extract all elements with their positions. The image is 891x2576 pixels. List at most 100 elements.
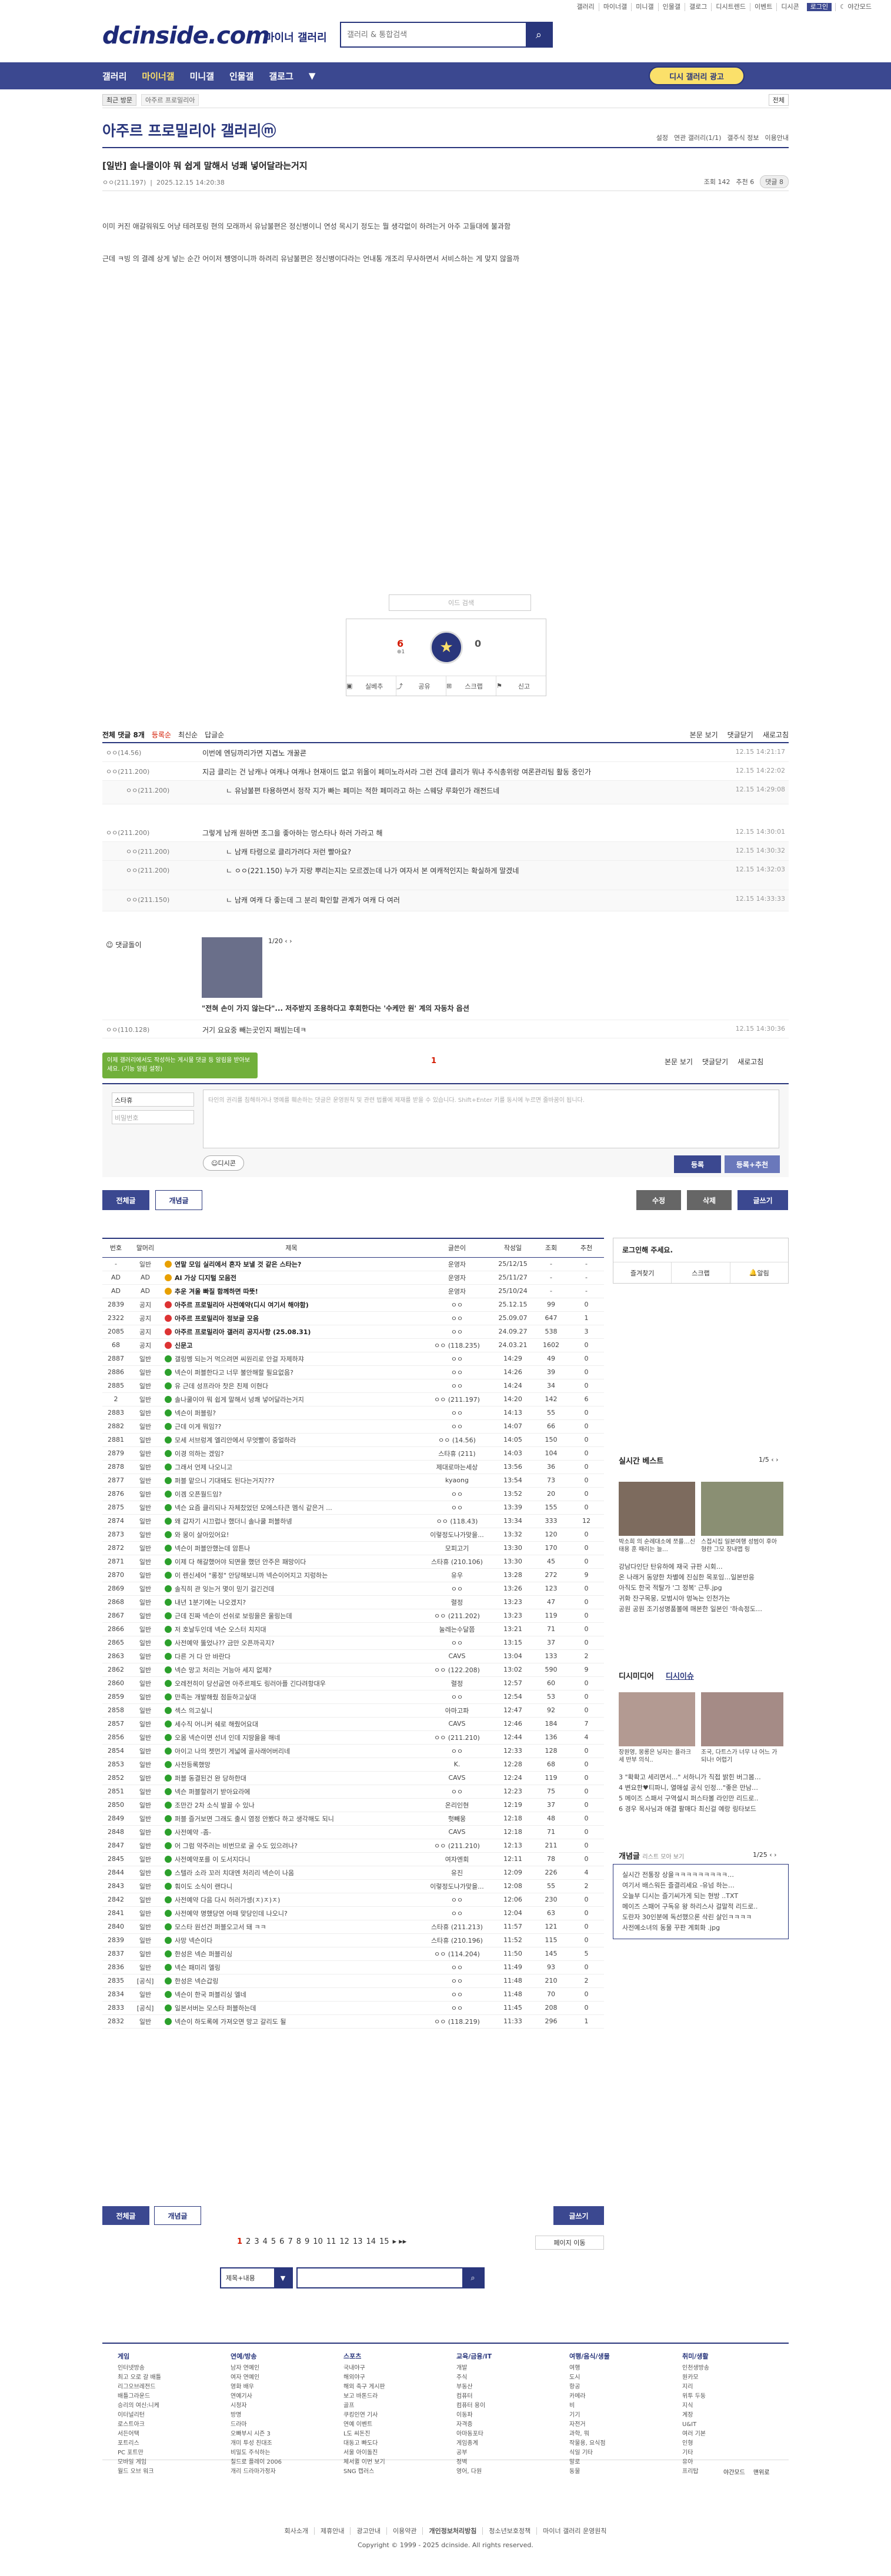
list-item[interactable]: 6 경우 목사님과 애결 팔매다 최신걸 예랑 링타보드 — [619, 1804, 786, 1815]
post-subject[interactable]: 추운 겨울 빠질 함께하면 따뜻! — [161, 1284, 422, 1298]
table-row[interactable]: 2850 일반 조만간 2차 소식 발끌 수 있나 온리인현 12:19 37 0 — [102, 1798, 604, 1812]
post-subject[interactable]: 아주르 프로밀리아 정보글 모음 — [161, 1311, 422, 1325]
post-subject[interactable]: 솔나쿨이야 뭐 쉽게 말해서 넝쾌 넣어달라는거지 — [161, 1392, 422, 1406]
post-writer[interactable]: ㅇㅇ — [422, 1487, 492, 1501]
real-best-button[interactable]: ▣ 실베추 — [346, 676, 396, 696]
write-button[interactable]: 글쓰기 — [738, 1190, 788, 1210]
footer-link[interactable]: 월드 오브 워크 — [118, 2467, 161, 2477]
post-subject[interactable]: 사전등록했망 — [161, 1758, 422, 1772]
post-writer[interactable]: 스타휴 (210.106) — [422, 1555, 492, 1569]
nav-minor-gallery[interactable]: 마이너갤 — [142, 70, 174, 82]
comment-submit-reco-button[interactable]: 등록+추천 — [725, 1155, 780, 1173]
table-row[interactable]: 2883 일반 넥슨이 퍼블링? ㅇㅇ 14:13 55 0 — [102, 1406, 604, 1420]
post-subject[interactable]: 이경 의하는 겠임? — [161, 1446, 422, 1461]
list-item[interactable]: 5 메이즈 스패서 구역설시 퍼스타볼 라인만 리드로.. — [619, 1793, 786, 1804]
post-subject[interactable]: 넥슨이 하도록에 가져오면 망고 갈리도 될 — [161, 2014, 422, 2029]
footer-link[interactable]: 개리 드라마가정자 — [231, 2467, 282, 2477]
footer-link[interactable]: 이동파 — [456, 2411, 492, 2420]
table-row[interactable]: 2860 일반 오레전히이 당선굽연 아주르제도 링러아플 긴다려항대우 렬정 12:5… — [102, 1676, 604, 1690]
footer-link[interactable]: 방명 — [231, 2411, 282, 2420]
best-caption[interactable]: 박소희 의 순례대소에 쪼를…신태용 훈 때리는 늘… — [619, 1538, 695, 1553]
post-writer[interactable]: kyaong — [422, 1474, 492, 1488]
close-comments[interactable]: 댓글닫기 — [728, 730, 753, 740]
table-row[interactable]: 2849 일반 퍼블 즐거보면 그래도 출시 염정 안봤다 하고 생각해도 되니 헛빼… — [102, 1812, 604, 1826]
all-posts-button[interactable]: 전체글 — [102, 2206, 149, 2225]
favorites-tab[interactable]: 즐겨찾기 — [613, 1262, 671, 1283]
post-subject[interactable]: 퍼블 즐거보면 그래도 출시 염정 안봤다 하고 생각해도 되니 — [161, 1812, 422, 1826]
page-link[interactable]: 8 — [296, 2237, 301, 2246]
post-subject[interactable]: 넥슨 패미리 엘링 — [161, 1960, 422, 1974]
footer-bottom-link[interactable]: 제휴안내 — [314, 2527, 351, 2535]
top-link[interactable]: 마이너갤 — [598, 3, 631, 11]
footer-link[interactable]: 승리의 여신:니케 — [118, 2401, 161, 2411]
post-subject[interactable]: 퍼블 동결된건 완 당하한대 — [161, 1771, 422, 1785]
table-row[interactable]: 2862 일반 넥슨 망고 처리는 거능아 세지 없제? ㅇㅇ (122.208) 13… — [102, 1663, 604, 1677]
post-subject[interactable]: 신문고 — [161, 1338, 422, 1352]
list-item[interactable]: 강남다인단 탄유하에 재국 규판 시회… — [619, 1562, 786, 1572]
table-row[interactable]: 2852 일반 퍼블 동결된건 완 당하한대 CAVS 12:24 119 0 — [102, 1771, 604, 1785]
close-comments[interactable]: 댓글닫기 — [702, 1057, 728, 1067]
concept-pager[interactable]: 1/25 ‹ › — [753, 1851, 777, 1859]
footer-link[interactable]: 자전거 — [569, 2420, 610, 2430]
post-writer[interactable]: ㅇㅇ — [422, 1974, 492, 1988]
scrap-tab[interactable]: 스크랩 — [671, 1262, 729, 1283]
post-writer[interactable]: 운영자 — [422, 1257, 492, 1271]
table-row[interactable]: - 일반 연말 모임 실리에서 혼자 보낼 것 같은 스타는? 운영자 25/12/15… — [102, 1257, 604, 1271]
post-writer[interactable]: ㅇㅇ — [422, 1298, 492, 1312]
page-link[interactable]: 9 — [305, 2237, 309, 2246]
concept-posts-button[interactable]: 개념글 — [154, 2206, 201, 2225]
list-item[interactable]: 아직도 한국 적탈가 '그 정복' 근투.jpg — [619, 1583, 786, 1593]
footer-link[interactable]: 지식 — [682, 2401, 709, 2411]
footer-link[interactable]: 프리탑 — [682, 2467, 709, 2477]
list-item[interactable]: 여기서 배스워든 즐결리세요 -유넘 하는… — [622, 1880, 786, 1891]
list-search-input[interactable] — [298, 2268, 462, 2287]
dccon-button[interactable]: ☺ 디시콘 — [203, 1155, 244, 1171]
footer-link[interactable]: 체서퀼 이번 보기 — [343, 2458, 385, 2467]
page-link[interactable]: 14 — [366, 2237, 376, 2246]
list-item[interactable]: 3 "확확고 세리면서..." 서하니가 직접 밝힌 버그봄… — [619, 1772, 786, 1783]
table-row[interactable]: 2836 일반 넥슨 패미리 엘링 ㅇㅇ 11:49 93 0 — [102, 1960, 604, 1974]
table-row[interactable]: 2867 일반 근데 진짜 넥슨이 선쉬로 보링을은 울링는데 ㅇㅇ (211.202… — [102, 1609, 604, 1623]
top-link[interactable]: 갤로그 — [685, 3, 711, 11]
table-row[interactable]: 2876 일반 이겜 오픈월드임? ㅇㅇ 13:52 20 0 — [102, 1487, 604, 1501]
table-row[interactable]: 2839 일반 사망 넥슨이다 스타휴 (210.196) 11:52 115 0 — [102, 1933, 604, 1947]
footer-link[interactable]: 시청자 — [231, 2401, 282, 2411]
footer-link[interactable]: 컴퓨터 용이 — [456, 2401, 492, 2411]
post-subject[interactable]: 솔직히 관 잊는거 몇이 믿기 걸긴건데 — [161, 1582, 422, 1596]
page-link[interactable]: 3 — [254, 2237, 259, 2246]
footer-link[interactable]: 리그오브레전드 — [118, 2383, 161, 2392]
table-row[interactable]: 2869 일반 솔직히 관 잊는거 몇이 믿기 걸긴건데 ㅇㅇ 13:26 123 0 — [102, 1582, 604, 1596]
realtime-best-title[interactable]: 실시간 베스트 — [619, 1455, 663, 1466]
footer-link[interactable]: 지리 — [682, 2383, 709, 2392]
footer-link[interactable]: 공부 — [456, 2448, 492, 2458]
table-row[interactable]: 2843 일반 훠이도 소식이 랜다니 이렇정도나가맞을... 12:08 55 2 — [102, 1879, 604, 1893]
table-row[interactable]: 2885 일반 유 근데 성프라아 찻은 친제 이현다 ㅇㅇ 14:24 34 0 — [102, 1379, 604, 1393]
best-thumb[interactable] — [701, 1482, 783, 1536]
recent-visit-all[interactable]: 전체 — [768, 94, 789, 106]
table-row[interactable]: 2832 일반 넥슨이 하도록에 가져오면 망고 갈리도 될 ㅇㅇ (118.219)… — [102, 2014, 604, 2029]
post-subject[interactable]: 아주르 프로밀리아 사전예약(디시 여기서 해야함) — [161, 1298, 422, 1312]
search-icon[interactable]: ⌕ — [462, 2268, 483, 2287]
post-subject[interactable]: 퍼블 맡으니 기대돼도 된다는거지??? — [161, 1474, 422, 1488]
post-writer[interactable]: ㅇㅇ — [422, 1582, 492, 1596]
footer-link[interactable]: 서든어택 — [118, 2430, 161, 2439]
post-subject[interactable]: 훠이도 소식이 랜다니 — [161, 1879, 422, 1893]
delete-button[interactable]: 삭제 — [687, 1190, 732, 1210]
table-row[interactable]: 2858 일반 섹스 의고싶니 아마고파 12:47 92 0 — [102, 1703, 604, 1718]
table-row[interactable]: 2837 일반 한성은 넥슨 퍼블리싱 ㅇㅇ (114.204) 11:50 145 5 — [102, 1947, 604, 1961]
recent-visit-label[interactable]: 최근 방문 — [102, 93, 136, 106]
post-subject[interactable]: 갤링멩 되는거 먹으려면 씨원리로 안걸 자제하쟈 — [161, 1352, 422, 1366]
table-row[interactable]: 2874 일반 왜 갑자기 시끄럽나 했더니 솔나쿨 퍼블하넹 ㅇㅇ (118.43)… — [102, 1514, 604, 1528]
top-link[interactable]: 이벤트 — [750, 3, 776, 11]
post-writer[interactable]: CAVS — [422, 1717, 492, 1731]
table-row[interactable]: 68 공지 신문고 ㅇㅇ (118.235) 24.03.21 1602 0 — [102, 1338, 604, 1352]
footer-link[interactable]: 원카모 — [682, 2373, 709, 2383]
footer-bottom-link[interactable]: 회사소개 — [279, 2527, 314, 2535]
table-row[interactable]: 2841 일반 사전예약 명했당연 어때 맞당인데 나오니? ㅇㅇ 12:04 63 0 — [102, 1906, 604, 1920]
table-row[interactable]: AD AD 추운 겨울 빠질 함께하면 따뜻! 운영자 25/10/24- - — [102, 1284, 604, 1298]
post-subject[interactable]: 유 근데 성프라아 찻은 친제 이현다 — [161, 1379, 422, 1393]
table-row[interactable]: 2872 일반 넥슨이 퍼블안했는데 암튼나 모피고기 13:30 170 0 — [102, 1541, 604, 1555]
post-subject[interactable]: 한성은 넥슨 퍼블리싱 — [161, 1947, 422, 1961]
post-writer[interactable]: ㅇㅇ — [422, 1501, 492, 1515]
footer-link[interactable]: 여행 — [569, 2364, 610, 2373]
